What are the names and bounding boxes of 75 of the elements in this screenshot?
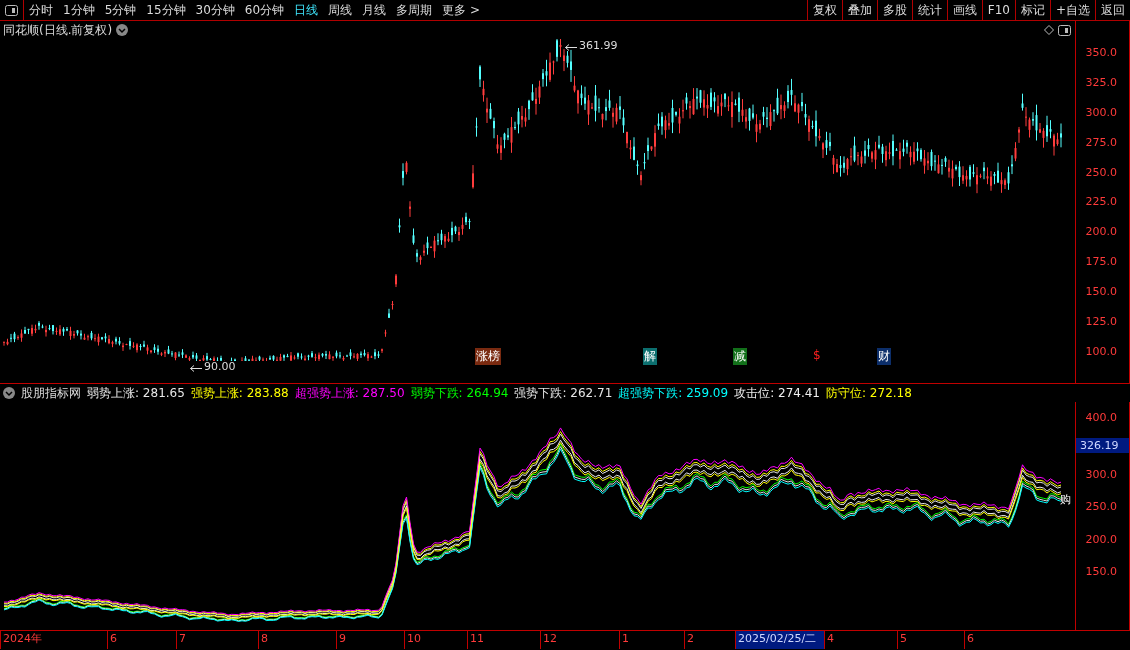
event-marker[interactable]: 减 xyxy=(733,348,747,365)
axis-label: 250.0 xyxy=(1085,499,1118,516)
toolbar-button[interactable]: 返回 xyxy=(1095,0,1130,20)
current-value-badge: 326.19 xyxy=(1076,437,1129,453)
panel-toggle-icon[interactable] xyxy=(1058,24,1071,36)
legend-item: 超强势下跌: 259.09 xyxy=(618,384,729,402)
period-tab[interactable]: 1分钟 xyxy=(58,0,100,20)
toolbar-button[interactable]: 统计 xyxy=(911,0,947,20)
toolbar-button[interactable]: 复权 xyxy=(806,0,842,20)
chart-title: 同花顺(日线.前复权) xyxy=(3,21,113,39)
legend-item: 弱势下跌: 264.94 xyxy=(410,384,509,402)
period-tab[interactable]: 分时 xyxy=(24,0,58,20)
date-label: 9 xyxy=(336,631,404,649)
axis-label: 150.0 xyxy=(1085,284,1118,301)
axis-label: 300.0 xyxy=(1085,466,1118,483)
date-label: 12 xyxy=(540,631,619,649)
axis-label: 275.0 xyxy=(1085,134,1118,151)
event-marker[interactable]: 涨榜 xyxy=(475,348,501,365)
date-label: 6 xyxy=(107,631,176,649)
toolbar-button[interactable]: 叠加 xyxy=(841,0,877,20)
legend-item: 强势上涨: 283.88 xyxy=(190,384,289,402)
date-label: 8 xyxy=(258,631,336,649)
date-label: 10 xyxy=(404,631,467,649)
event-marker[interactable]: 解 xyxy=(643,348,657,365)
period-tab[interactable]: 月线 xyxy=(357,0,392,20)
axis-label: 225.0 xyxy=(1085,194,1118,211)
date-label: 5 xyxy=(897,631,964,649)
period-tab[interactable]: 5分钟 xyxy=(99,0,142,20)
period-tab[interactable]: 日线 xyxy=(289,0,324,20)
axis-label: 100.0 xyxy=(1085,343,1118,360)
dropdown-icon[interactable] xyxy=(116,24,129,36)
date-label: 2024年 xyxy=(0,631,107,649)
panel-toggle-icon[interactable] xyxy=(5,4,18,16)
axis-label: 150.0 xyxy=(1085,564,1118,581)
date-label: 1 xyxy=(619,631,684,649)
low-price-label: 90.00 xyxy=(204,360,236,373)
axis-label: 200.0 xyxy=(1085,224,1118,241)
legend-item: 弱势上涨: 281.65 xyxy=(87,384,185,402)
period-tab[interactable]: 15分钟 xyxy=(141,0,191,20)
event-marker[interactable]: 财 xyxy=(877,348,891,365)
toolbar-button[interactable]: 画线 xyxy=(946,0,982,20)
toolbar-button[interactable]: 多股 xyxy=(876,0,912,20)
axis-label: 350.0 xyxy=(1085,45,1118,61)
axis-label: 175.0 xyxy=(1085,254,1118,271)
axis-label: 325.0 xyxy=(1085,74,1118,91)
diamond-icon[interactable] xyxy=(1044,25,1054,35)
period-tab[interactable]: 周线 xyxy=(323,0,358,20)
toolbar-button[interactable]: F10 xyxy=(981,0,1015,20)
legend-item: 攻击位: 274.41 xyxy=(734,384,820,402)
toolbar-button[interactable]: 标记 xyxy=(1014,0,1050,20)
date-label: 4 xyxy=(824,631,897,649)
dropdown-icon[interactable] xyxy=(3,387,15,399)
event-marker[interactable]: $ xyxy=(812,348,822,362)
indicator-name: 股朋指标网 xyxy=(21,384,81,402)
legend-item: 超强势上涨: 287.50 xyxy=(294,384,405,402)
period-tab[interactable]: 更多 > xyxy=(437,0,485,20)
axis-label: 125.0 xyxy=(1085,314,1118,330)
period-tab[interactable]: 30分钟 xyxy=(190,0,240,20)
period-tab[interactable]: 多周期 xyxy=(391,0,438,20)
date-label: 6 xyxy=(964,631,1044,649)
high-price-label: 361.99 xyxy=(579,39,618,52)
axis-label: 300.0 xyxy=(1085,104,1118,121)
date-label: 7 xyxy=(176,631,258,649)
date-label: 11 xyxy=(467,631,540,649)
axis-label: 400.0 xyxy=(1085,410,1118,426)
date-label: 2025/02/25/二 xyxy=(735,631,824,649)
leader-line xyxy=(190,365,202,372)
legend-item: 强势下跌: 262.71 xyxy=(514,384,613,402)
leader-line xyxy=(565,44,577,51)
signal-label: 购 xyxy=(1060,492,1071,507)
legend-item: 防守位: 272.18 xyxy=(826,384,912,402)
axis-label: 250.0 xyxy=(1085,164,1118,181)
period-tab[interactable]: 60分钟 xyxy=(239,0,290,20)
toolbar-button[interactable]: +自选 xyxy=(1049,0,1095,20)
axis-label: 200.0 xyxy=(1085,531,1118,548)
